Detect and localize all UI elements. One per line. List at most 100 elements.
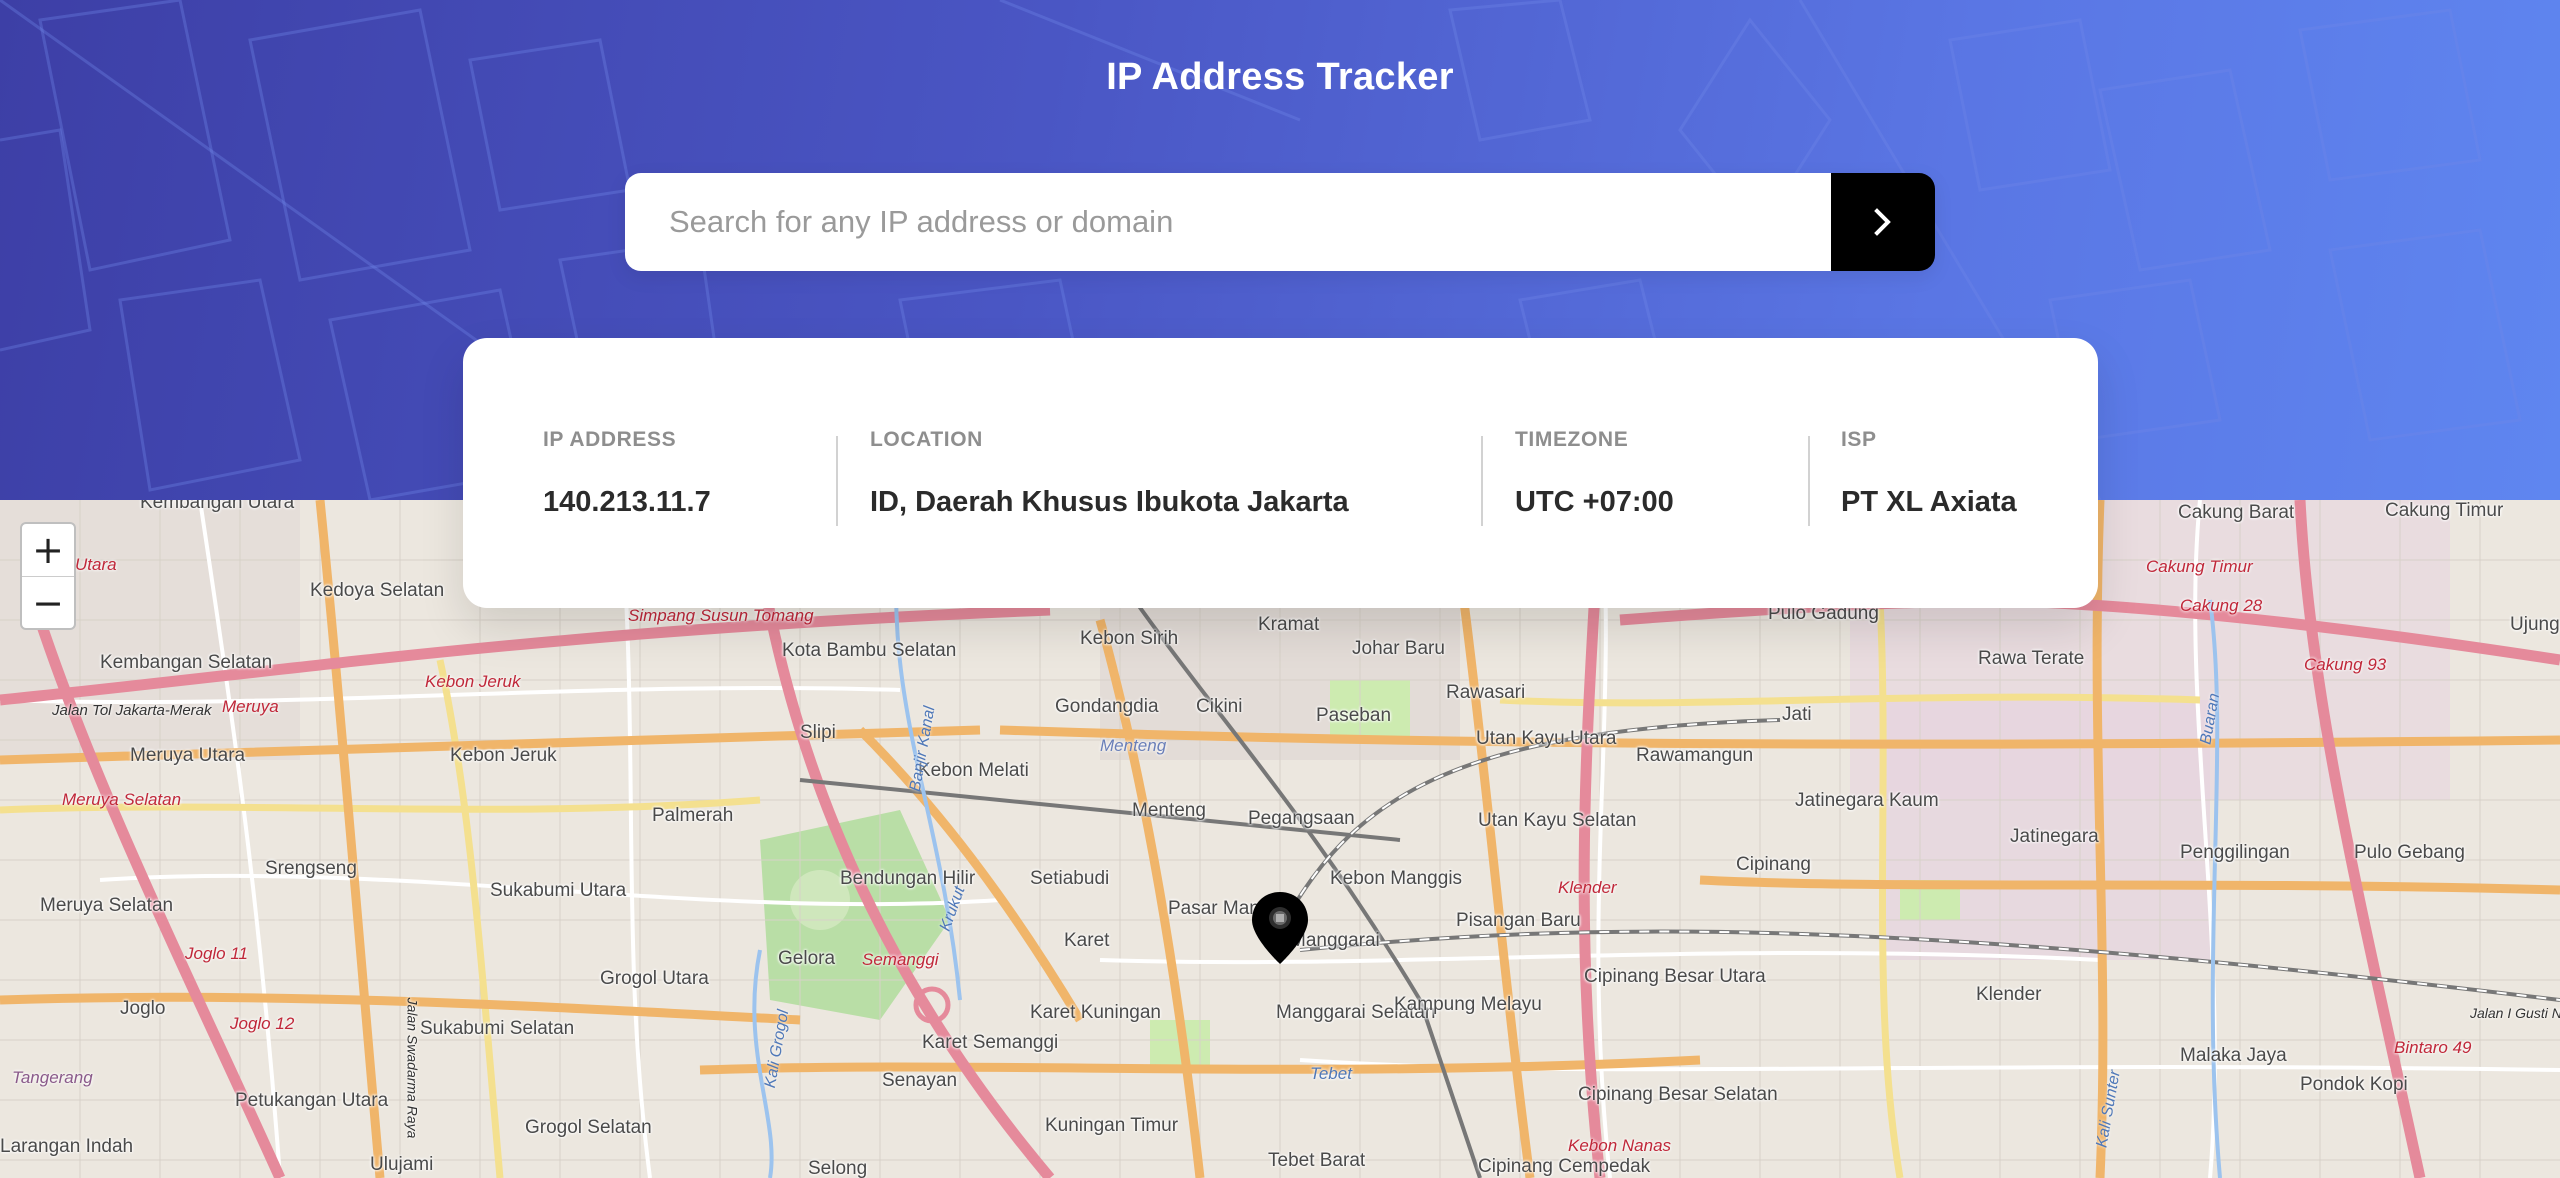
map-place-label: Jatinegara [2010, 826, 2099, 847]
map-road-label: Utara [75, 555, 117, 574]
timezone-label: TIMEZONE [1515, 428, 1629, 451]
location-section: LOCATION ID, Daerah Khusus Ibukota Jakar… [870, 428, 1349, 519]
map-place-label: Paseban [1316, 705, 1392, 726]
map-road-label: Bintaro 49 [2394, 1038, 2472, 1057]
isp-value: PT XL Axiata [1841, 486, 2017, 518]
timezone-value: UTC +07:00 [1515, 486, 1674, 518]
map-place-label: Joglo [120, 998, 166, 1019]
map-place-label: Karet [1064, 930, 1110, 951]
map-road-label: Tangerang [12, 1068, 93, 1087]
map-place-label: Gondangdia [1055, 696, 1159, 717]
map-road-label: Cakung 28 [2180, 596, 2263, 615]
map-place-label: Karet Semanggi [922, 1032, 1059, 1053]
map-place-label: Grogol Utara [600, 968, 709, 989]
ip-info-card: IP ADDRESS 140.213.11.7 LOCATION ID, Dae… [463, 338, 2098, 608]
map-place-label: Ujung Me [2510, 614, 2560, 635]
map-place-label: Kembangan Selatan [100, 652, 273, 673]
map-place-label: Cikini [1196, 696, 1243, 717]
ip-address-value: 140.213.11.7 [543, 486, 711, 518]
zoom-control: + − [20, 522, 76, 630]
location-value: ID, Daerah Khusus Ibukota Jakarta [870, 486, 1349, 518]
location-pin-icon[interactable] [1250, 890, 1310, 966]
map-place-label: Gelora [778, 948, 836, 969]
map-place-label: Kota Bambu Selatan [782, 640, 957, 661]
map-place-label: Rawasari [1446, 682, 1526, 703]
ip-address-section: IP ADDRESS 140.213.11.7 [543, 428, 711, 519]
map-road-label: Cakung 93 [2304, 655, 2387, 674]
map-place-label: Kebon Jeruk [450, 745, 557, 766]
map-place-label: Kampung Melayu [1394, 994, 1542, 1015]
divider [836, 436, 838, 526]
map-road-label: Semanggi [862, 950, 939, 969]
map-place-label: Sukabumi Utara [490, 880, 627, 901]
map-place-label: Larangan Indah [0, 1136, 134, 1157]
map-road-label: Menteng [1100, 736, 1167, 755]
map-place-label: Jati [1782, 704, 1812, 725]
chevron-right-icon [1874, 208, 1891, 236]
map-place-label: Tebet Barat [1268, 1150, 1366, 1171]
map-road-label: Meruya Selatan [62, 790, 182, 809]
map-road-label: Joglo 12 [230, 1014, 295, 1033]
map-place-label: Kebon Sirih [1080, 628, 1179, 649]
map-place-label: Kebon Manggis [1330, 868, 1463, 889]
map-place-label: Petukangan Utara [235, 1090, 389, 1111]
map-road-label: Simpang Susun Tomang [628, 606, 814, 625]
map-place-label: Cipinang Besar Selatan [1578, 1084, 1778, 1105]
map-place-label: Meruya Selatan [40, 895, 174, 916]
map-place-label: Karet Kuningan [1030, 1002, 1161, 1023]
map-place-label: Pisangan Baru [1456, 910, 1581, 931]
map-place-label: Rawa Terate [1978, 648, 2085, 669]
map-road-label: Meruya [222, 697, 279, 716]
search-input[interactable] [625, 173, 1831, 271]
search-submit-button[interactable] [1831, 173, 1935, 271]
map-place-label: Cakung Barat [2178, 502, 2295, 523]
map-place-label: Cipinang [1736, 854, 1811, 875]
map-place-label: Srengseng [265, 858, 357, 879]
divider [1808, 436, 1810, 526]
map-road-label: Jalan Swadarma Raya [404, 997, 421, 1139]
timezone-section: TIMEZONE UTC +07:00 [1515, 428, 1674, 519]
zoom-in-button[interactable]: + [22, 524, 74, 576]
map-place-label: Sukabumi Selatan [420, 1018, 575, 1039]
map-place-label: Pegangsaan [1248, 808, 1355, 829]
map-place-label: Cipinang Besar Utara [1584, 966, 1766, 987]
map-road-label: Jalan I Gusti Ngurah [2470, 1005, 2560, 1021]
map-place-label: Johar Baru [1352, 638, 1445, 659]
map-place-label: Pondok Kopi [2300, 1074, 2408, 1095]
map-place-label: Menteng [1132, 800, 1206, 821]
map-road-label: Joglo 11 [185, 944, 249, 963]
map-place-label: Selong [808, 1158, 868, 1178]
map-place-label: Senayan [882, 1070, 958, 1091]
map-place-label: Kramat [1258, 614, 1320, 635]
divider [1481, 436, 1483, 526]
map-place-label: Slipi [800, 722, 836, 743]
map-place-label: Ulujami [370, 1154, 434, 1175]
map-place-label: Meruya Utara [130, 745, 246, 766]
map-place-label: Kembangan Utara [140, 500, 295, 513]
map-road-label: Cakung Timur [2146, 557, 2253, 576]
map-road-label: Kebon Nanas [1568, 1136, 1672, 1155]
map-place-label: Kebon Melati [918, 760, 1029, 781]
map-place-label: Klender [1976, 984, 2042, 1005]
map-place-label: Grogol Selatan [525, 1117, 652, 1138]
search-bar [625, 173, 1935, 271]
map-place-label: Kuningan Timur [1045, 1115, 1179, 1136]
map-place-label: Utan Kayu Utara [1476, 728, 1617, 749]
map-road-label: Kebon Jeruk [425, 672, 521, 691]
map-place-label: Jatinegara Kaum [1795, 790, 1939, 811]
isp-section: ISP PT XL Axiata [1841, 428, 2017, 519]
map-place-label: Penggilingan [2180, 842, 2290, 863]
map-place-label: Palmerah [652, 805, 734, 826]
zoom-out-button[interactable]: − [22, 576, 74, 628]
map-place-label: Utan Kayu Selatan [1478, 810, 1637, 831]
ip-address-label: IP ADDRESS [543, 428, 677, 451]
map-place-label: Malaka Jaya [2180, 1045, 2287, 1066]
map-place-label: Pulo Gebang [2354, 842, 2465, 863]
page-title: IP Address Tracker [1106, 56, 1454, 98]
map-place-label: Setiabudi [1030, 868, 1110, 889]
map-road-label: Tebet [1310, 1064, 1352, 1083]
location-label: LOCATION [870, 428, 983, 451]
map-place-label: Cakung Timur [2385, 500, 2504, 521]
map-place-label: Rawamangun [1636, 745, 1754, 766]
map-road-label: Klender [1558, 878, 1617, 897]
